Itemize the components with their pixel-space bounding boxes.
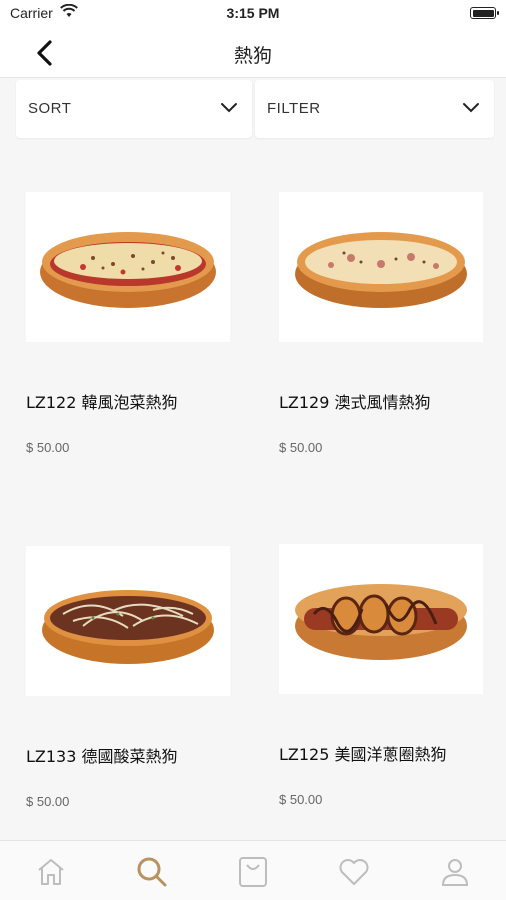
hotdog-onion-ring-image <box>295 584 467 660</box>
product-price: $ 50.00 <box>26 794 70 809</box>
product-name: LZ122 韓風泡菜熱狗 <box>26 393 178 412</box>
product-card[interactable]: LZ133 德國酸菜熱狗 $ 50.00 <box>26 546 230 809</box>
page-title: 熱狗 <box>233 45 272 67</box>
hotdog-bacon-cheese-image <box>295 232 467 308</box>
tab-bar <box>0 840 506 900</box>
profile-icon[interactable] <box>438 855 472 889</box>
filter-dropdown[interactable]: FILTER <box>255 80 494 138</box>
shopping-bag-icon[interactable] <box>236 855 270 889</box>
heart-icon[interactable] <box>337 855 371 889</box>
product-image[interactable] <box>279 192 483 342</box>
filter-label: FILTER <box>267 100 321 117</box>
product-name: LZ125 美國洋蔥圈熱狗 <box>279 745 447 764</box>
navigation-bar: 熱狗 <box>0 28 506 78</box>
product-image[interactable] <box>279 544 483 694</box>
product-card[interactable]: LZ122 韓風泡菜熱狗 $ 50.00 <box>26 192 230 455</box>
product-price: $ 50.00 <box>279 792 323 807</box>
product-image[interactable] <box>26 546 230 696</box>
chevron-down-icon <box>221 103 237 113</box>
sort-label: SORT <box>28 100 72 117</box>
hotdog-kimchi-image <box>40 232 216 308</box>
search-icon[interactable] <box>135 855 169 889</box>
battery-icon <box>470 7 499 19</box>
sort-dropdown[interactable]: SORT <box>16 80 252 138</box>
hotdog-sauerkraut-image <box>42 590 214 664</box>
product-price: $ 50.00 <box>26 440 70 455</box>
product-grid: LZ122 韓風泡菜熱狗 $ 50.00 LZ129 澳式風情熱狗 $ 50.0… <box>0 138 506 840</box>
sort-filter-bar: SORT FILTER <box>16 80 494 138</box>
product-name: LZ129 澳式風情熱狗 <box>279 393 431 412</box>
status-bar: Carrier 3:15 PM <box>0 0 506 28</box>
product-image[interactable] <box>26 192 230 342</box>
home-icon[interactable] <box>34 855 68 889</box>
product-card[interactable]: LZ125 美國洋蔥圈熱狗 $ 50.00 <box>279 544 483 807</box>
status-time: 3:15 PM <box>226 5 280 21</box>
product-name: LZ133 德國酸菜熱狗 <box>26 747 178 766</box>
product-card[interactable]: LZ129 澳式風情熱狗 $ 50.00 <box>279 192 483 455</box>
product-price: $ 50.00 <box>279 440 323 455</box>
chevron-down-icon <box>463 103 479 113</box>
